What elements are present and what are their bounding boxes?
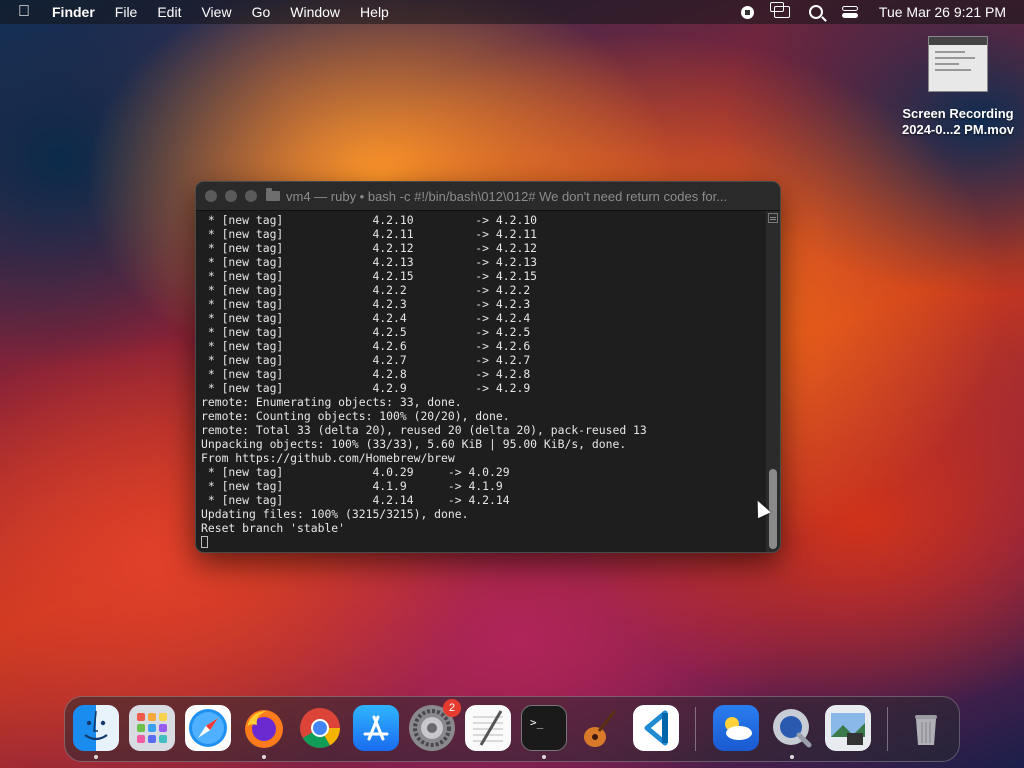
svg-text:>_: >_	[530, 716, 544, 729]
terminal-line: * [new tag] 4.2.8 -> 4.2.8	[201, 367, 531, 381]
video-thumbnail	[928, 36, 988, 92]
dock-separator	[887, 707, 888, 751]
terminal-line: * [new tag] 4.2.10 -> 4.2.10	[201, 213, 538, 227]
terminal-scrollbar[interactable]	[766, 211, 780, 552]
menu-window[interactable]: Window	[290, 4, 340, 20]
terminal-line: * [new tag] 4.1.9 -> 4.1.9	[201, 479, 503, 493]
terminal-prompt-line[interactable]	[201, 535, 762, 549]
running-indicator	[94, 755, 98, 759]
notification-badge: 2	[443, 699, 461, 717]
terminal-window[interactable]: vm4 — ruby • bash -c #!/bin/bash\012\012…	[195, 181, 781, 553]
stop-recording-icon[interactable]	[739, 4, 757, 20]
running-indicator	[262, 755, 266, 759]
terminal-cursor	[201, 536, 208, 548]
spotlight-search-icon[interactable]	[807, 4, 825, 20]
terminal-line: * [new tag] 4.2.4 -> 4.2.4	[201, 311, 531, 325]
quicktime-icon[interactable]	[769, 705, 815, 751]
menu-help[interactable]: Help	[360, 4, 389, 20]
apple-menu-icon[interactable]: 	[18, 3, 36, 21]
weather-icon[interactable]	[713, 705, 759, 751]
textedit-icon[interactable]	[465, 705, 511, 751]
terminal-line: From https://github.com/Homebrew/brew	[201, 451, 455, 465]
desktop-file-name-line2: 2024-0...2 PM.mov	[902, 122, 1014, 137]
guitar-icon[interactable]	[577, 705, 623, 751]
terminal-line: Reset branch 'stable'	[201, 521, 346, 535]
scrollbar-thumb[interactable]	[769, 469, 777, 549]
desktop-file-name-line1: Screen Recording	[902, 106, 1014, 121]
vscode-icon[interactable]	[633, 705, 679, 751]
terminal-title: vm4 — ruby • bash -c #!/bin/bash\012\012…	[286, 188, 728, 204]
preview-icon[interactable]	[825, 705, 871, 751]
terminal-titlebar[interactable]: vm4 — ruby • bash -c #!/bin/bash\012\012…	[196, 182, 780, 211]
terminal-line: * [new tag] 4.2.11 -> 4.2.11	[201, 227, 538, 241]
terminal-icon[interactable]: >_	[521, 705, 567, 751]
terminal-output[interactable]: * [new tag] 4.2.10 -> 4.2.10 * [new tag]…	[196, 211, 762, 552]
safari-icon[interactable]	[185, 705, 231, 751]
terminal-line: * [new tag] 4.2.15 -> 4.2.15	[201, 269, 538, 283]
running-indicator	[542, 755, 546, 759]
terminal-line: * [new tag] 4.2.13 -> 4.2.13	[201, 255, 538, 269]
zoom-window-button[interactable]	[245, 190, 257, 202]
menu-bar:  Finder File Edit View Go Window Help T…	[0, 0, 1024, 24]
terminal-line: remote: Counting objects: 100% (20/20), …	[201, 409, 510, 423]
menu-edit[interactable]: Edit	[157, 4, 181, 20]
system-settings-icon[interactable]: 2	[409, 699, 461, 751]
app-store-icon[interactable]	[353, 705, 399, 751]
firefox-icon[interactable]	[241, 705, 287, 751]
menu-go[interactable]: Go	[252, 4, 271, 20]
control-center-icon[interactable]	[841, 4, 859, 20]
terminal-line: * [new tag] 4.2.9 -> 4.2.9	[201, 381, 531, 395]
terminal-line: * [new tag] 4.2.5 -> 4.2.5	[201, 325, 531, 339]
terminal-line: remote: Enumerating objects: 33, done.	[201, 395, 462, 409]
terminal-line: Updating files: 100% (3215/3215), done.	[201, 507, 469, 521]
terminal-line: * [new tag] 4.0.29 -> 4.0.29	[201, 465, 510, 479]
chrome-icon[interactable]	[297, 705, 343, 751]
terminal-line: * [new tag] 4.2.7 -> 4.2.7	[201, 353, 531, 367]
menu-view[interactable]: View	[201, 4, 231, 20]
folder-icon	[266, 188, 280, 201]
terminal-line: * [new tag] 4.2.14 -> 4.2.14	[201, 493, 510, 507]
scroll-split-icon[interactable]	[768, 213, 778, 223]
desktop-file-screen-recording[interactable]: Screen Recording 2024-0...2 PM.mov	[894, 36, 1022, 138]
menu-clock[interactable]: Tue Mar 26 9:21 PM	[879, 4, 1006, 20]
screen-mirroring-icon[interactable]	[769, 2, 791, 20]
close-window-button[interactable]	[205, 190, 217, 202]
menu-file[interactable]: File	[115, 4, 138, 20]
terminal-line: * [new tag] 4.2.6 -> 4.2.6	[201, 339, 531, 353]
terminal-line: * [new tag] 4.2.2 -> 4.2.2	[201, 283, 531, 297]
terminal-line: * [new tag] 4.2.12 -> 4.2.12	[201, 241, 538, 255]
dock-separator	[695, 707, 696, 751]
terminal-line: * [new tag] 4.2.3 -> 4.2.3	[201, 297, 531, 311]
menu-app-finder[interactable]: Finder	[52, 4, 95, 20]
launchpad-icon[interactable]	[129, 705, 175, 751]
dock: 2 >_	[64, 696, 960, 762]
running-indicator	[790, 755, 794, 759]
trash-icon[interactable]	[903, 705, 949, 751]
terminal-line: Unpacking objects: 100% (33/33), 5.60 Ki…	[201, 437, 627, 451]
finder-icon[interactable]	[73, 705, 119, 751]
terminal-line: remote: Total 33 (delta 20), reused 20 (…	[201, 423, 647, 437]
minimize-window-button[interactable]	[225, 190, 237, 202]
